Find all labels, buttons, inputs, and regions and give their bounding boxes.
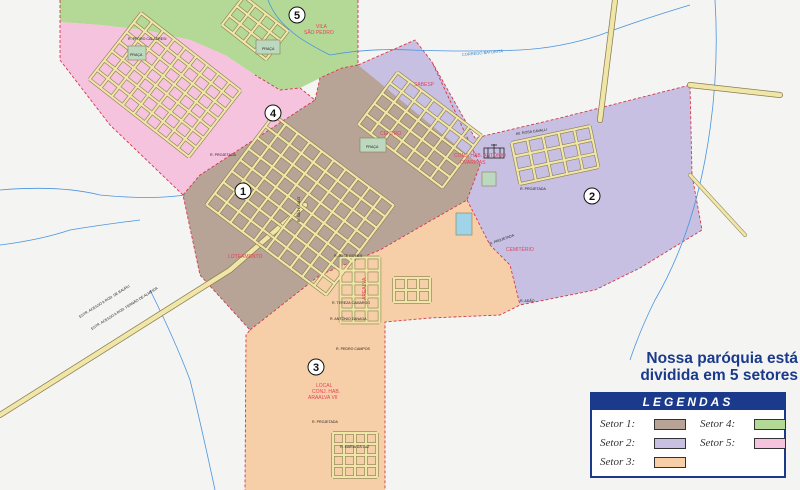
street-label: R. PROJETADA xyxy=(210,153,236,157)
title-line-1: Nossa paróquia está xyxy=(646,350,798,367)
legend-swatch xyxy=(754,437,786,449)
street-label: R. JOSÉ GOMES xyxy=(334,253,363,258)
label-loteamento: LOTEAMENTO xyxy=(228,254,262,260)
legend-swatch xyxy=(754,418,786,430)
sector-5-marker[interactable]: 5 xyxy=(288,6,306,24)
svg-text:3: 3 xyxy=(313,362,319,374)
street-label: R. TEREZA CAMARGO xyxy=(332,301,370,305)
street-label: R. ANTÔNIO ZANAGA xyxy=(330,316,367,321)
label-cemiterio: CEMITÉRIO xyxy=(506,246,534,253)
legend-item-setor-3: Setor 3: xyxy=(600,456,686,468)
label-arealva-vii: ARAALVA VII xyxy=(308,395,338,401)
legend-label: Setor 3: xyxy=(600,456,636,468)
legend-swatch xyxy=(654,437,686,449)
label-arealva: AREALVA xyxy=(362,277,368,300)
street-label: R. PROJETADA xyxy=(520,187,546,191)
legend-label: Setor 5: xyxy=(700,437,736,449)
legend-item-setor-1: Setor 1: xyxy=(600,418,686,430)
street-label: R. PEDRO CALABRESI xyxy=(128,37,167,41)
legend-item-setor-4: Setor 4: xyxy=(700,418,786,430)
svg-text:1: 1 xyxy=(240,186,246,198)
label-conj-hab-antonio: CONJ. HAB. ANTÔNIO xyxy=(454,152,506,159)
street-label: R. ADÃO xyxy=(520,298,535,303)
street-label: R. SÃO PAULO xyxy=(296,197,301,222)
legend-label: Setor 2: xyxy=(600,437,636,449)
label-praca-1: PRAÇA xyxy=(262,47,275,51)
label-praca-3: PRAÇA xyxy=(130,53,143,57)
legend-item-setor-2: Setor 2: xyxy=(600,437,686,449)
street-label: R. PEDRO CAMPOS xyxy=(336,347,371,351)
street-label: R. MARIA DA LUZ xyxy=(340,445,370,449)
legend-box: LEGENDAS Setor 1: Setor 2: Setor 3: Seto… xyxy=(590,392,786,478)
label-praca-2: PRAÇA xyxy=(366,145,379,149)
sector-2-marker[interactable]: 2 xyxy=(583,187,601,205)
legend-heading: LEGENDAS xyxy=(592,394,784,410)
legend-swatch xyxy=(654,456,686,468)
legend-label: Setor 1: xyxy=(600,418,636,430)
legend-item-setor-5: Setor 5: xyxy=(700,437,786,449)
legend-swatch xyxy=(654,418,686,430)
svg-text:5: 5 xyxy=(294,10,300,22)
label-sabesp: SABESP xyxy=(414,82,435,88)
svg-text:2: 2 xyxy=(589,191,595,203)
title-line-2: dividida em 5 setores xyxy=(640,367,798,384)
label-centro: CENTRO xyxy=(380,131,401,137)
label-sao-pedro: SÃO PEDRO xyxy=(304,29,334,36)
sector-4-marker[interactable]: 4 xyxy=(264,104,282,122)
map-title: Nossa paróquia está dividida em 5 setore… xyxy=(598,350,798,384)
label-ovarinas: OVARINAS xyxy=(460,160,486,166)
svg-text:4: 4 xyxy=(270,108,277,120)
legend-label: Setor 4: xyxy=(700,418,736,430)
sector-3-marker[interactable]: 3 xyxy=(307,358,325,376)
street-label: R. PROJETADA xyxy=(312,420,338,424)
sector-1-marker[interactable]: 1 xyxy=(234,182,252,200)
